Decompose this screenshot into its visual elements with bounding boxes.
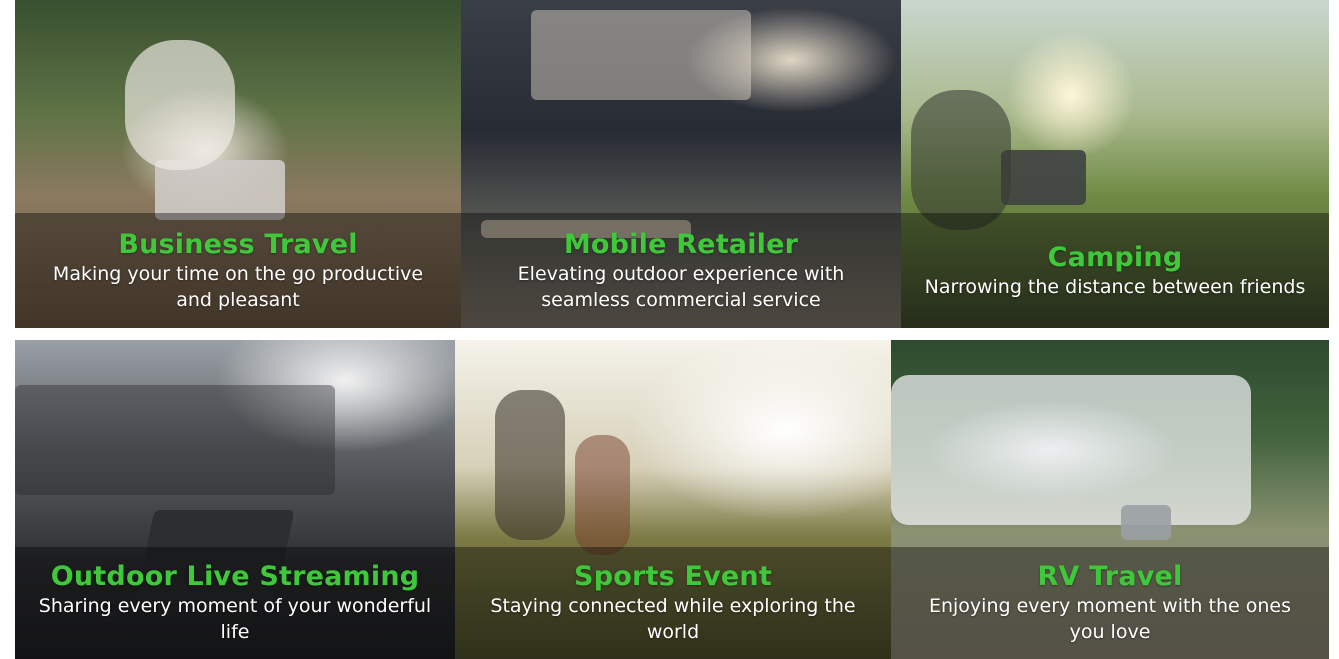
person-shape <box>911 90 1011 230</box>
card-mobile-retailer[interactable]: Mobile Retailer Elevating outdoor experi… <box>461 0 901 328</box>
crowd-shape <box>15 385 335 495</box>
card-overlay: RV Travel Enjoying every moment with the… <box>891 547 1329 659</box>
card-description: Enjoying every moment with the ones you … <box>928 595 1291 643</box>
rv-shape <box>891 375 1251 525</box>
card-description: Elevating outdoor experience with seamle… <box>517 262 845 311</box>
laptop-icon <box>1001 150 1086 205</box>
hiker-shape <box>495 390 565 540</box>
food-truck-window <box>531 10 751 100</box>
person-shape <box>125 40 235 170</box>
card-description: Making your time on the go productive an… <box>52 262 424 311</box>
card-sports-event[interactable]: Sports Event Staying connected while exp… <box>455 340 891 659</box>
card-title: Business Travel <box>118 228 358 260</box>
card-overlay: Mobile Retailer Elevating outdoor experi… <box>461 213 901 328</box>
laptop-icon <box>1121 505 1171 540</box>
scenario-grid: Business Travel Making your time on the … <box>0 0 1339 659</box>
card-outdoor-live-streaming[interactable]: Outdoor Live Streaming Sharing every mom… <box>15 340 455 659</box>
card-title: Outdoor Live Streaming <box>50 561 420 592</box>
card-title: RV Travel <box>1037 561 1183 592</box>
card-overlay: Business Travel Making your time on the … <box>15 213 461 328</box>
card-title: Camping <box>1047 241 1183 273</box>
card-description: Staying connected while exploring the wo… <box>490 595 856 643</box>
card-business-travel[interactable]: Business Travel Making your time on the … <box>15 0 461 328</box>
card-overlay: Outdoor Live Streaming Sharing every mom… <box>15 547 455 659</box>
hiker-shape <box>575 435 630 555</box>
card-description: Narrowing the distance between friends <box>924 275 1306 298</box>
card-rv-travel[interactable]: RV Travel Enjoying every moment with the… <box>891 340 1329 659</box>
card-title: Sports Event <box>574 561 772 592</box>
card-description: Sharing every moment of your wonderful l… <box>38 595 432 643</box>
card-overlay: Sports Event Staying connected while exp… <box>455 547 891 659</box>
card-title: Mobile Retailer <box>563 228 799 260</box>
card-overlay: Camping Narrowing the distance between f… <box>901 213 1329 328</box>
card-camping[interactable]: Camping Narrowing the distance between f… <box>901 0 1329 328</box>
